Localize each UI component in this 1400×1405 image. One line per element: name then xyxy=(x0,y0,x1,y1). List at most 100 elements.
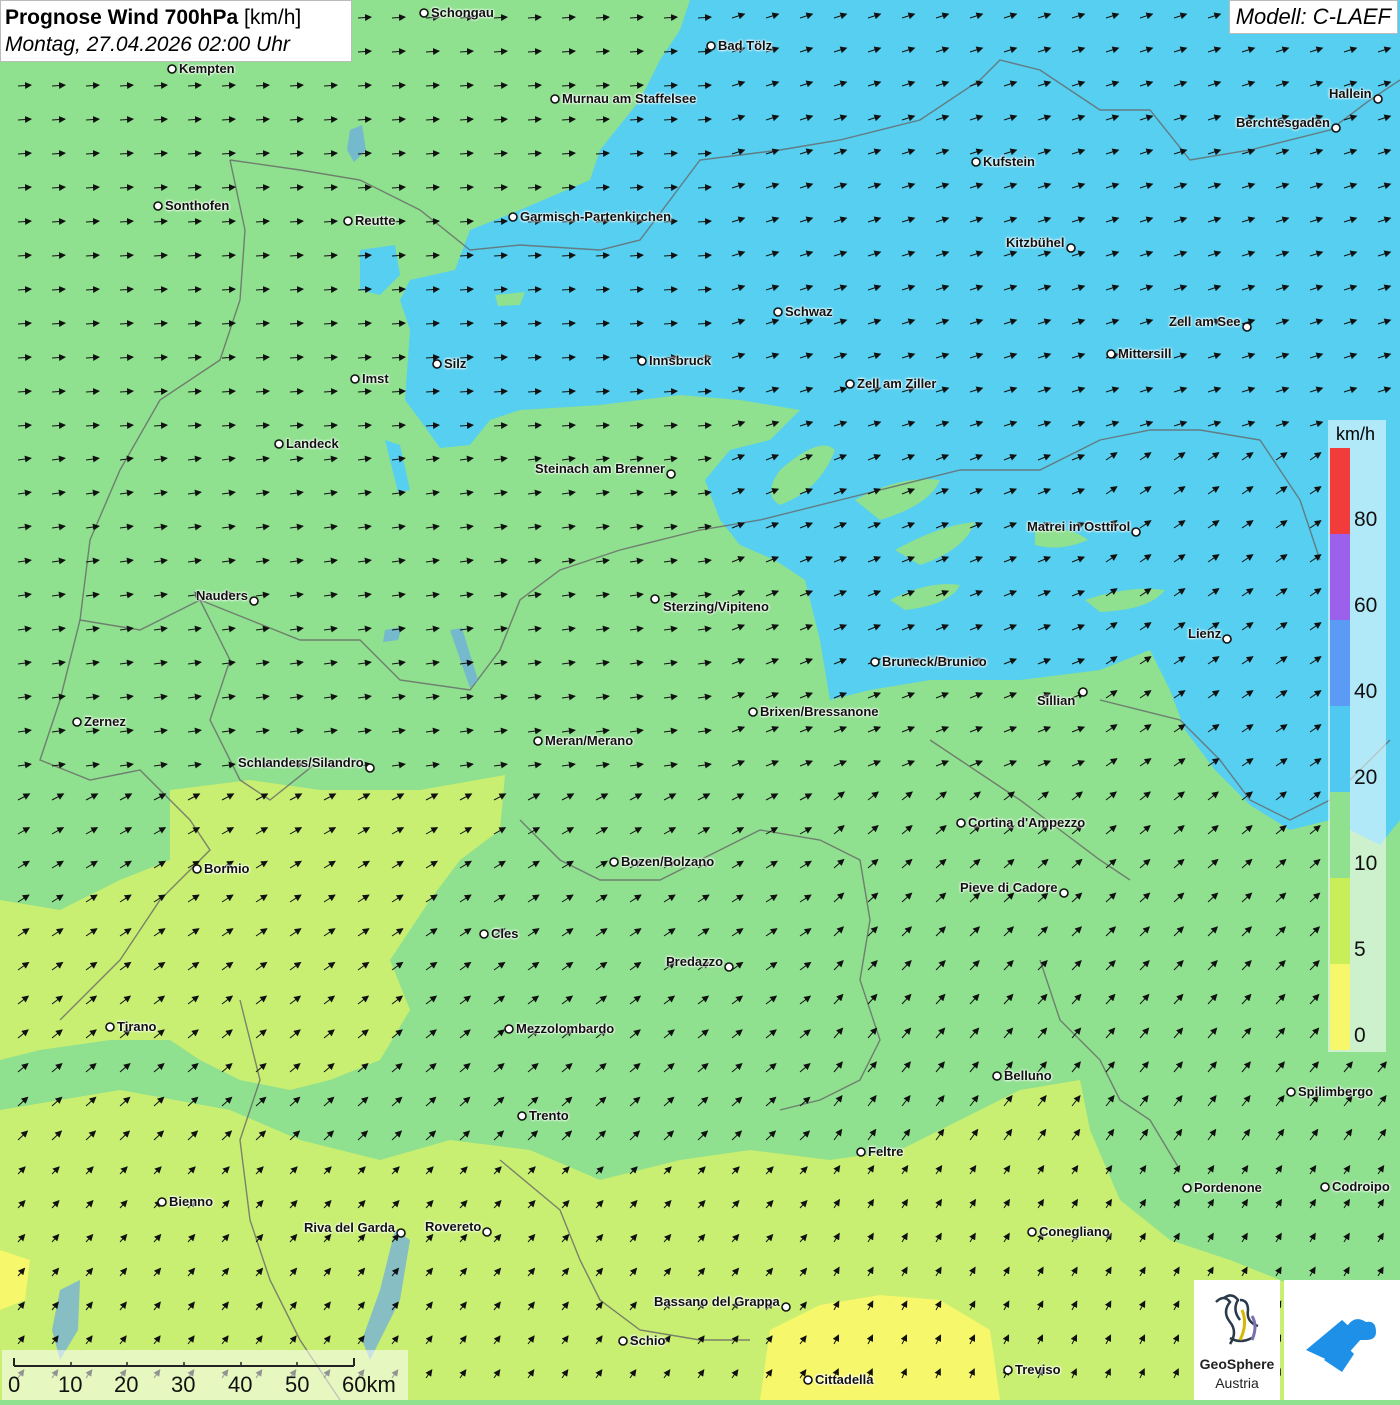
city-marker xyxy=(845,379,855,389)
city-label: Schio xyxy=(630,1333,666,1348)
city-label: Mittersill xyxy=(1118,346,1172,361)
title-unit: [km/h] xyxy=(244,6,302,29)
city-label: Landeck xyxy=(286,436,339,451)
legend-seg-cyan xyxy=(1330,706,1350,792)
geosphere-logo-icon xyxy=(1215,1294,1259,1345)
city-marker xyxy=(153,201,163,211)
city-label: Schongau xyxy=(431,5,494,20)
forecast-time: Montag, 27.04.2026 02:00 Uhr xyxy=(5,33,290,56)
city-marker xyxy=(992,1071,1002,1081)
city-marker xyxy=(650,594,660,604)
city-marker xyxy=(482,1227,492,1237)
city-marker xyxy=(157,1197,167,1207)
city-marker xyxy=(1242,322,1252,332)
city-label: Bozen/Bolzano xyxy=(621,854,715,869)
city-label: Nauders xyxy=(196,588,249,603)
scale-bar: 0 10 20 30 40 50 60km xyxy=(2,1350,408,1400)
city-label: Hallein xyxy=(1329,86,1372,101)
city-marker xyxy=(1131,527,1141,537)
city-label: Sonthofen xyxy=(165,198,230,213)
scale-label-20: 20 xyxy=(114,1372,139,1397)
city-label: Kufstein xyxy=(983,154,1035,169)
legend-tick-10: 10 xyxy=(1354,852,1378,875)
city-label: Kitzbühel xyxy=(1006,235,1065,250)
city-marker xyxy=(666,469,676,479)
legend-seg-green xyxy=(1330,792,1350,878)
city-marker xyxy=(550,94,560,104)
geosphere-name: GeoSphere xyxy=(1199,1356,1275,1372)
city-label: Spilimbergo xyxy=(1298,1084,1374,1099)
city-marker xyxy=(1373,94,1383,104)
city-label: Sillian xyxy=(1037,693,1076,708)
legend-bar xyxy=(1330,448,1350,1050)
city-marker xyxy=(1078,687,1088,697)
city-label: Conegliano xyxy=(1039,1224,1110,1239)
city-marker xyxy=(609,857,619,867)
legend-tick-5: 5 xyxy=(1354,938,1366,961)
city-label: Pieve di Cadore xyxy=(960,880,1058,895)
scale-label-0: 0 xyxy=(8,1372,21,1397)
city-label: Belluno xyxy=(1004,1068,1052,1083)
city-marker xyxy=(1286,1087,1296,1097)
legend-seg-yellow xyxy=(1330,964,1350,1050)
city-label: Garmisch-Partenkirchen xyxy=(520,209,672,224)
city-label: Cles xyxy=(491,926,519,941)
weather-app-icon xyxy=(1306,1319,1376,1372)
city-label: Pordenone xyxy=(1194,1180,1262,1195)
map-title: Prognose Wind 700hPa [km/h] xyxy=(5,4,347,31)
scale-label-30: 30 xyxy=(171,1372,196,1397)
city-marker xyxy=(419,8,429,18)
legend-tick-80: 80 xyxy=(1354,508,1378,531)
city-label: Bormio xyxy=(204,861,250,876)
city-marker xyxy=(508,212,518,222)
city-marker xyxy=(1066,243,1076,253)
city-marker xyxy=(1331,123,1341,133)
title-box: Prognose Wind 700hPa [km/h] Montag, 27.0… xyxy=(0,0,352,62)
city-label: Matrei in Osttirol xyxy=(1027,519,1131,534)
city-marker xyxy=(1027,1227,1037,1237)
scale-label-50: 50 xyxy=(285,1372,310,1397)
weather-app-logo xyxy=(1284,1280,1400,1400)
city-label: Riva del Garda xyxy=(304,1220,396,1235)
legend-seg-purple xyxy=(1330,534,1350,620)
city-marker xyxy=(517,1111,527,1121)
city-marker xyxy=(856,1147,866,1157)
city-marker xyxy=(1059,888,1069,898)
city-marker xyxy=(971,157,981,167)
city-marker xyxy=(1320,1182,1330,1192)
scale-label-10: 10 xyxy=(58,1372,83,1397)
model-label: Modell: C-LAEF xyxy=(1228,0,1398,34)
city-label: Schwaz xyxy=(785,304,833,319)
city-marker xyxy=(618,1336,628,1346)
city-label: Codroipo xyxy=(1332,1179,1390,1194)
city-label: Zell am Ziller xyxy=(857,376,937,391)
scale-label-40: 40 xyxy=(228,1372,253,1397)
legend-tick-0: 0 xyxy=(1354,1024,1366,1047)
city-marker xyxy=(274,439,284,449)
city-label: Zell am See xyxy=(1169,314,1241,329)
city-label: Trento xyxy=(529,1108,569,1123)
scale-label-60km: 60km xyxy=(342,1372,396,1397)
city-marker xyxy=(432,359,442,369)
city-marker xyxy=(249,596,259,606)
city-marker xyxy=(724,962,734,972)
city-marker xyxy=(706,41,716,51)
city-label: Mezzolombardo xyxy=(516,1021,615,1036)
city-label: Brixen/Bressanone xyxy=(760,704,879,719)
city-marker xyxy=(1106,349,1116,359)
city-label: Imst xyxy=(362,371,389,386)
legend-seg-red xyxy=(1330,448,1350,534)
city-marker xyxy=(1182,1183,1192,1193)
city-label: Bassano del Grappa xyxy=(654,1294,780,1309)
city-label: Meran/Merano xyxy=(545,733,634,748)
city-marker xyxy=(365,763,375,773)
city-label: Feltre xyxy=(868,1144,904,1159)
city-label: Bienno xyxy=(169,1194,214,1209)
geosphere-logo: GeoSphere Austria xyxy=(1194,1280,1280,1400)
city-label: Predazzo xyxy=(666,954,724,969)
city-label: Tirano xyxy=(117,1019,157,1034)
legend-unit: km/h xyxy=(1336,424,1376,444)
city-marker xyxy=(748,707,758,717)
city-label: Steinach am Brenner xyxy=(535,461,666,476)
city-label: Silz xyxy=(444,356,467,371)
